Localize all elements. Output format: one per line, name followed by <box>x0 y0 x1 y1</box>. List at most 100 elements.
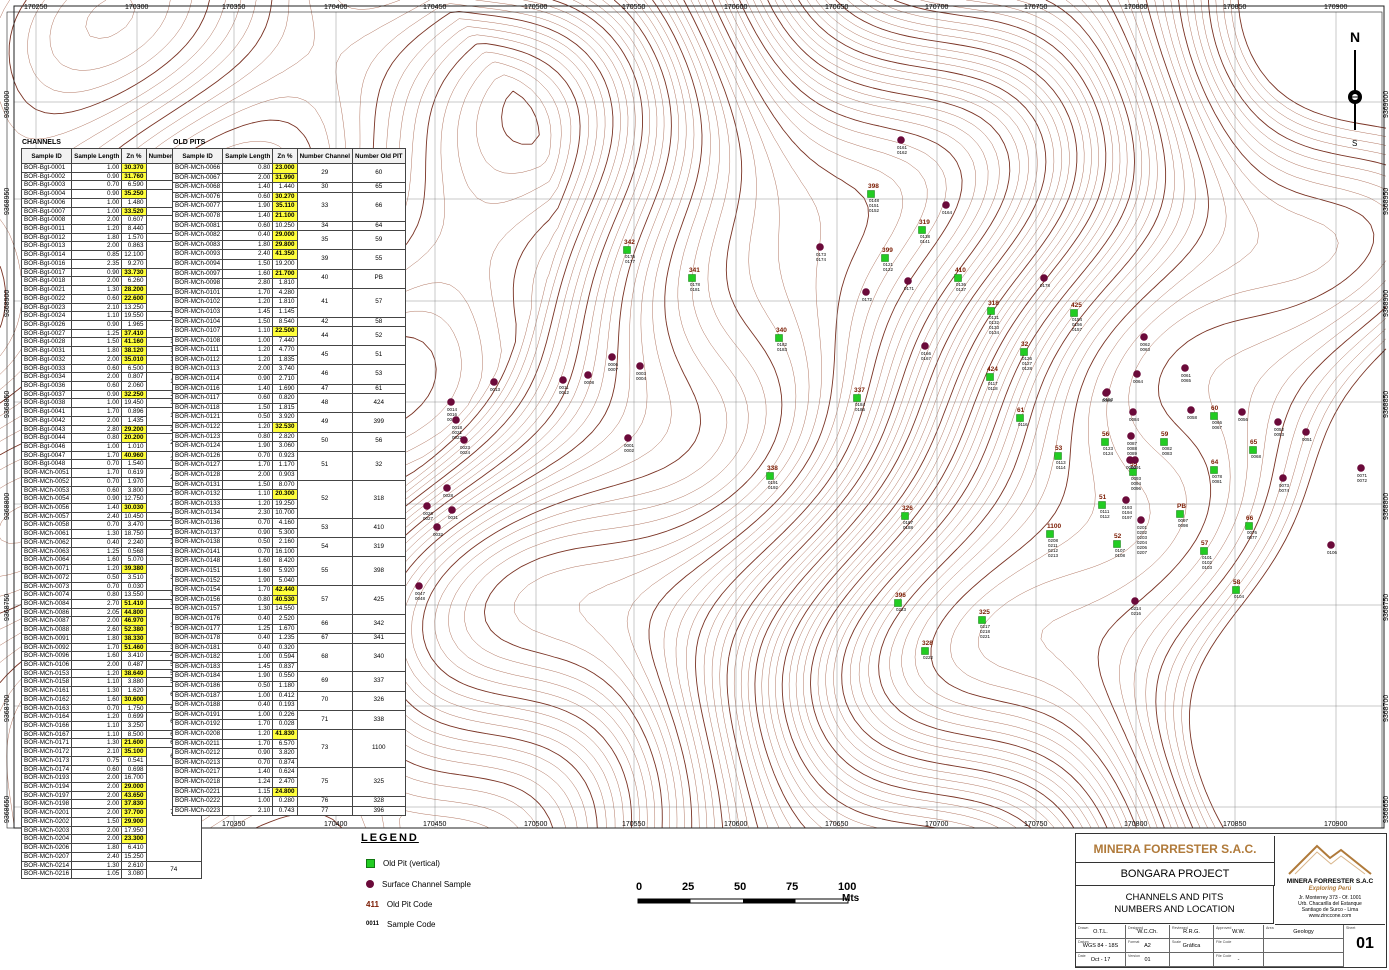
column-header: Sample ID <box>171 148 224 164</box>
table-row: BOR-MCh-0081 0.60 10.250 34 64 <box>171 220 406 232</box>
northing-label: 9368650 <box>4 795 11 823</box>
pit-sample-codes: 0123 0124 <box>1103 446 1114 456</box>
zn-percent-cell: 6.590 <box>121 180 147 191</box>
sample-id-cell: BOR-MCh-0092 <box>20 642 73 653</box>
zn-percent-cell: 3.800 <box>121 485 147 496</box>
sample-length-cell: 0.70 <box>71 581 123 592</box>
sample-length-cell: 1.60 <box>222 268 274 280</box>
zn-percent-cell: 1.815 <box>272 402 298 414</box>
old-pit-code: 52 <box>1114 533 1122 540</box>
old-pit-code: 328 <box>922 640 933 647</box>
sample-length-cell: 2.00 <box>222 470 274 481</box>
zn-percent-cell: 30.600 <box>121 694 147 705</box>
sample-id-cell: BOR-MCh-0181 <box>171 642 224 654</box>
northing-label: 9368900 <box>4 289 11 317</box>
sample-id-cell: BOR-MCh-0218 <box>171 777 224 788</box>
sample-id-cell: BOR-Bgt-0021 <box>20 285 73 295</box>
sample-length-cell: 1.60 <box>222 565 274 577</box>
easting-label: 170800 <box>1124 4 1148 11</box>
channel-sample-marker <box>904 277 912 285</box>
zn-percent-cell: 38.330 <box>121 633 147 644</box>
channel-sample-codes: 0201 0202 0203 0204 0206 0207 <box>1137 525 1148 555</box>
channel-sample-codes: 0086 <box>1102 398 1113 403</box>
zn-percent-cell: 0.837 <box>272 661 298 673</box>
sample-id-cell: BOR-MCh-0152 <box>171 575 224 587</box>
channel-sample-codes: 0071 0072 <box>1357 473 1368 483</box>
table-row: BOR-MCh-0126 0.70 0.923 51 32 <box>171 450 406 481</box>
sample-length-cell: 1.70 <box>222 287 274 299</box>
old-pit-marker <box>987 307 995 315</box>
sample-id-cell: BOR-Bgt-0046 <box>20 442 73 452</box>
sample-length-cell: 0.80 <box>71 433 123 443</box>
sample-id-cell: BOR-MCh-0106 <box>20 659 73 670</box>
zn-percent-cell: 13.250 <box>121 302 147 313</box>
sample-length-cell: 1.00 <box>222 796 274 807</box>
sample-id-cell: BOR-MCh-0127 <box>171 460 224 471</box>
old-pit-number-cell: 56 <box>351 431 406 452</box>
sample-id-cell: BOR-MCh-0083 <box>171 239 224 251</box>
title-block-field: Approved W.W. <box>1214 925 1264 939</box>
zn-percent-cell: 24.800 <box>272 786 298 798</box>
table-row: BOR-MCh-0184 1.90 0.550 69 337 <box>171 671 406 692</box>
channel-number-cell: 69 <box>296 671 353 692</box>
zn-percent-cell: 18.750 <box>121 529 147 539</box>
channel-number-cell: 74 <box>145 860 202 879</box>
zn-percent-cell: 2.610 <box>121 860 147 871</box>
channel-sample-marker <box>447 398 455 406</box>
sample-id-cell: BOR-MCh-0174 <box>20 764 73 775</box>
zn-percent-cell: 19.200 <box>272 258 298 270</box>
channel-sample-codes: 0166 0167 <box>921 351 932 361</box>
zn-percent-cell: 23.300 <box>121 834 147 845</box>
old-pit-marker <box>853 394 861 402</box>
zn-percent-cell: 4.280 <box>272 287 298 299</box>
channel-sample-marker <box>460 436 468 444</box>
table-row: BOR-MCh-0136 0.70 4.160 53 410 <box>171 517 406 539</box>
sample-id-cell: BOR-MCh-0131 <box>171 479 224 491</box>
sample-length-cell: 1.60 <box>71 651 123 661</box>
channel-sample-codes: 0161 0162 <box>897 145 908 155</box>
sample-length-cell: 0.90 <box>71 267 123 278</box>
sample-id-cell: BOR-MCh-0202 <box>20 816 73 827</box>
pit-sample-codes: 0136 0137 <box>956 282 967 292</box>
sample-code-example: 0011 <box>366 921 380 927</box>
zn-percent-cell: 0.820 <box>272 393 298 404</box>
legend-title: LEGEND <box>361 832 419 844</box>
northing-label: 9369000 <box>1383 90 1389 118</box>
sample-id-cell: BOR-MCh-0222 <box>171 796 224 807</box>
old-pit-number-cell: 1100 <box>351 729 406 769</box>
sample-id-cell: BOR-MCh-0056 <box>20 503 73 513</box>
zn-percent-cell: 41.830 <box>272 729 298 740</box>
easting-label: 170450 <box>423 821 447 828</box>
sample-length-cell: 2.00 <box>71 354 123 365</box>
old-pit-code: 59 <box>1161 431 1169 438</box>
zn-percent-cell: 8.540 <box>272 316 298 328</box>
table-row: BOR-MCh-0082 0.40 29.000 35 59 <box>171 230 406 251</box>
old-pit-marker <box>623 246 631 254</box>
old-pit-number-cell: 396 <box>351 805 406 817</box>
zn-percent-cell: 1.690 <box>272 383 298 395</box>
old-pit-code: 64 <box>1211 459 1219 466</box>
sample-length-cell: 1.50 <box>71 337 123 348</box>
website: www.zinccone.com <box>1308 913 1352 919</box>
old-pit-marker <box>921 647 929 655</box>
old-pit-marker <box>986 373 994 381</box>
zn-percent-cell: 33.520 <box>121 206 147 217</box>
sample-length-cell: 1.20 <box>71 224 123 234</box>
channel-sample-marker <box>448 506 456 514</box>
sample-length-cell: 1.20 <box>71 668 123 679</box>
sample-id-cell: BOR-MCh-0184 <box>171 671 224 683</box>
old-pits-title: OLD PITS <box>173 139 206 146</box>
channel-number-cell: 55 <box>296 556 353 587</box>
old-pit-number-cell: 338 <box>351 709 406 731</box>
northing-label: 9368850 <box>1383 390 1389 418</box>
channel-number-cell: 66 <box>296 613 353 635</box>
old-pits-table: Sample ID Sample Length Zn % Number Channel… <box>171 148 406 817</box>
northing-label: 9368950 <box>1383 187 1389 215</box>
sample-id-cell: BOR-MCh-0162 <box>20 694 73 705</box>
channel-sample-marker <box>1279 474 1287 482</box>
table-row: BOR-MCh-0187 1.00 0.412 70 326 <box>171 690 406 711</box>
old-pit-marker <box>1160 438 1168 446</box>
sample-length-cell: 1.90 <box>222 575 274 587</box>
northing-label: 9368800 <box>4 492 11 520</box>
sample-length-cell: 2.40 <box>71 511 123 522</box>
